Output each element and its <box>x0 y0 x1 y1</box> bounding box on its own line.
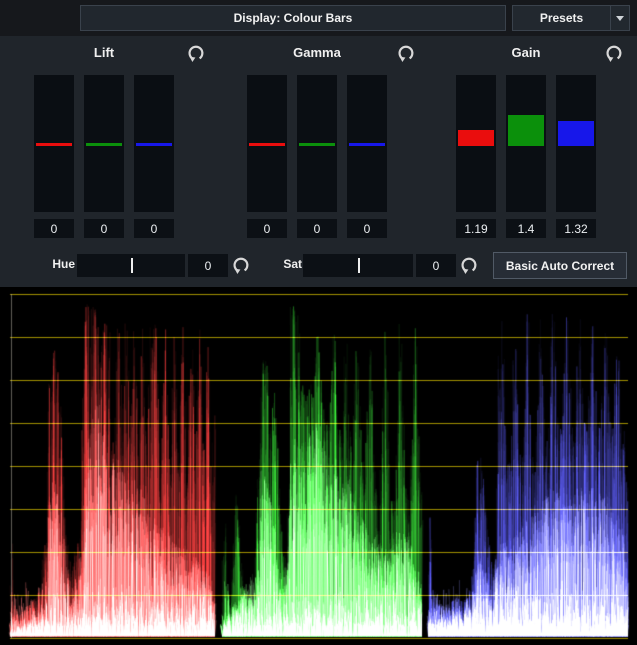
hue-value[interactable]: 0 <box>188 254 228 277</box>
lift-green-handle[interactable] <box>86 143 122 146</box>
gain-green-slider[interactable] <box>506 75 546 212</box>
lift-blue-slider[interactable] <box>134 75 174 212</box>
display-selector-button[interactable]: Display: Colour Bars <box>80 5 506 31</box>
reset-icon <box>397 44 415 62</box>
lift-red-handle[interactable] <box>36 143 72 146</box>
rgb-parade-scope <box>0 287 637 645</box>
sat-label: Sat <box>272 257 302 271</box>
gamma-section-label: Gamma <box>247 45 387 60</box>
gamma-green-slider[interactable] <box>297 75 337 212</box>
presets-button-label[interactable]: Presets <box>513 6 610 30</box>
reset-icon <box>187 44 205 62</box>
gamma-reset-button[interactable] <box>396 43 416 63</box>
sat-slider[interactable] <box>303 254 413 277</box>
lift-green-value[interactable]: 0 <box>84 219 124 238</box>
reset-icon <box>605 44 623 62</box>
basic-auto-correct-button[interactable]: Basic Auto Correct <box>493 252 627 279</box>
gain-blue-value[interactable]: 1.32 <box>556 219 596 238</box>
hue-slider-handle[interactable] <box>131 258 133 273</box>
lift-blue-handle[interactable] <box>136 143 172 146</box>
presets-dropdown-button[interactable] <box>610 6 629 30</box>
control-panel: Lift 0 0 0 Gamma 0 0 0 Gain <box>0 36 637 287</box>
presets-split-button[interactable]: Presets <box>512 5 630 31</box>
gain-blue-handle[interactable] <box>558 121 594 146</box>
gain-blue-slider[interactable] <box>556 75 596 212</box>
gain-green-handle[interactable] <box>508 115 544 146</box>
gamma-blue-handle[interactable] <box>349 143 385 146</box>
lift-red-slider[interactable] <box>34 75 74 212</box>
gamma-blue-slider[interactable] <box>347 75 387 212</box>
hue-slider[interactable] <box>77 254 185 277</box>
gain-green-value[interactable]: 1.4 <box>506 219 546 238</box>
gain-reset-button[interactable] <box>604 43 624 63</box>
sat-slider-handle[interactable] <box>358 258 360 273</box>
gamma-green-value[interactable]: 0 <box>297 219 337 238</box>
sat-reset-button[interactable] <box>459 255 479 275</box>
lift-green-slider[interactable] <box>84 75 124 212</box>
lift-blue-value[interactable]: 0 <box>134 219 174 238</box>
gain-section-label: Gain <box>456 45 596 60</box>
hue-reset-button[interactable] <box>231 255 251 275</box>
chevron-down-icon <box>616 16 624 21</box>
top-bar: Display: Colour Bars Presets <box>0 0 637 36</box>
gain-red-value[interactable]: 1.19 <box>456 219 496 238</box>
gain-red-handle[interactable] <box>458 130 494 146</box>
lift-red-value[interactable]: 0 <box>34 219 74 238</box>
reset-icon <box>460 256 478 274</box>
sat-value[interactable]: 0 <box>416 254 456 277</box>
gamma-red-handle[interactable] <box>249 143 285 146</box>
lift-reset-button[interactable] <box>186 43 206 63</box>
gain-red-slider[interactable] <box>456 75 496 212</box>
gamma-red-value[interactable]: 0 <box>247 219 287 238</box>
gamma-blue-value[interactable]: 0 <box>347 219 387 238</box>
reset-icon <box>232 256 250 274</box>
gamma-red-slider[interactable] <box>247 75 287 212</box>
colour-correction-panel: Display: Colour Bars Presets Lift 0 0 0 … <box>0 0 637 645</box>
hue-label: Hue <box>40 257 75 271</box>
gamma-green-handle[interactable] <box>299 143 335 146</box>
lift-section-label: Lift <box>34 45 174 60</box>
